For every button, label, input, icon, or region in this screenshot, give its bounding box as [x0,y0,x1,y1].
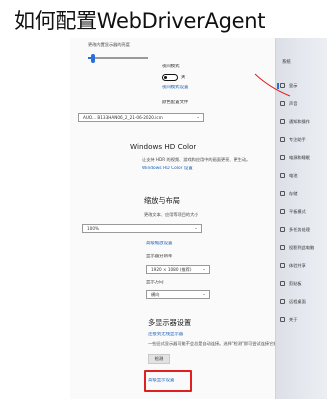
advanced-scaling-link[interactable]: 高级缩放设置 [146,241,172,247]
resolution-value: 1920 × 1080 (推荐) [151,267,192,272]
chevron-down-icon: ⌄ [202,292,206,297]
resolution-select[interactable]: 1920 × 1080 (推荐) ⌄ [146,265,210,274]
clipboard-icon [280,281,285,286]
speaker-icon [280,101,285,106]
monitor-icon [280,83,285,88]
sidebar-item-sound[interactable]: 声音 [280,100,326,108]
share-icon [280,263,285,268]
sidebar-item-projecting[interactable]: 投影到此电脑 [280,244,326,252]
moon-icon [280,137,285,142]
color-profile-value: AUO... B133HAN06_2_21-06-2020.icm [83,115,163,120]
battery-icon [280,173,285,178]
multi-display-title: 多显示器设置 [148,318,192,327]
night-light-label: 夜间模式 [162,64,180,69]
active-indicator [277,83,279,89]
scale-select[interactable]: 100% ⌄ [82,224,202,233]
sidebar-item-label: 体验共享 [289,263,306,268]
hdr-description: 让支持 HDR 的视频、游戏和应用中的画面更亮、更生动。 [142,157,251,162]
scale-label: 更改文本、应用等项目的大小 [144,212,199,217]
multi-display-description: 一些旧式显示器可能不会总是自动连接。选择"检测"即可尝试连接它们。 [148,341,275,346]
resolution-label: 显示器分辨率 [146,254,173,259]
detect-button[interactable]: 检测 [148,354,170,364]
chevron-down-icon: ⌄ [202,267,206,272]
scale-layout-title: 缩放与布局 [144,196,180,205]
sidebar-item-label: 多任务处理 [289,227,310,232]
night-light-settings-link[interactable]: 夜间模式设置 [162,85,188,91]
sidebar-item-battery[interactable]: 电池 [280,172,326,180]
sidebar-item-focus-assist[interactable]: 专注助手 [280,136,326,144]
hdr-settings-link[interactable]: Windows HD Color 设置 [142,166,193,172]
connect-wireless-display-link[interactable]: 连接到无线显示器 [148,332,183,338]
sidebar-item-label: 剪贴板 [289,281,302,286]
advanced-display-highlight-box [144,370,192,392]
night-light-state: 关 [181,74,186,80]
night-light-toggle[interactable] [162,74,178,81]
sidebar-item-label: 远程桌面 [289,299,306,304]
sidebar-item-label: 声音 [289,101,298,106]
sidebar-item-remote-desktop[interactable]: 远程桌面 [280,298,326,306]
notification-icon [280,119,285,124]
orientation-label: 显示方向 [146,280,164,285]
brightness-label: 更改内置显示器的亮度 [88,42,130,47]
sidebar-item-multitasking[interactable]: 多任务处理 [280,226,326,234]
sidebar-item-tablet-mode[interactable]: 平板模式 [280,208,326,216]
sidebar-item-clipboard[interactable]: 剪贴板 [280,280,326,288]
brightness-slider-thumb[interactable] [91,53,95,63]
sidebar-item-notifications[interactable]: 通知和操作 [280,118,326,126]
project-icon [280,245,285,250]
power-icon [280,155,285,160]
info-icon [280,317,285,322]
sidebar-item-label: 专注助手 [289,137,306,142]
sidebar-item-label: 通知和操作 [289,119,310,124]
color-profile-label: 颜色配置文件 [162,100,189,105]
sidebar-item-label: 关于 [289,317,298,322]
sidebar-item-shared-experiences[interactable]: 体验共享 [280,262,326,270]
orientation-value: 横向 [151,292,160,297]
tablet-icon [280,209,285,214]
sidebar-item-label: 电源和睡眠 [289,155,310,160]
brightness-slider[interactable] [88,57,148,59]
color-profile-select[interactable]: AUO... B133HAN06_2_21-06-2020.icm ⌄ [78,113,204,122]
sidebar-item-label: 投影到此电脑 [289,245,315,250]
storage-icon [280,191,285,196]
remote-icon [280,299,285,304]
hdr-title: Windows HD Color [130,142,197,151]
chevron-down-icon: ⌄ [196,115,200,120]
sidebar-item-label: 存储 [289,191,298,196]
toggle-knob [164,76,167,79]
multitask-icon [280,227,285,232]
settings-sidebar: 系统 显示 声音 通知和操作 专注助手 电源和睡眠 电池 存储 平板模式 多任务… [275,38,327,399]
display-settings-panel: 更改内置显示器的亮度 夜间模式 关 夜间模式设置 颜色配置文件 AUO... B… [70,38,275,399]
article-heading: 如何配置WebDriverAgent [14,9,266,33]
sidebar-item-display[interactable]: 显示 [277,82,326,90]
sidebar-item-label: 电池 [289,173,298,178]
scale-value: 100% [87,226,99,231]
settings-screenshot: 更改内置显示器的亮度 夜间模式 关 夜间模式设置 颜色配置文件 AUO... B… [70,38,327,399]
orientation-select[interactable]: 横向 ⌄ [146,290,210,299]
sidebar-item-label: 显示 [289,83,298,88]
sidebar-item-label: 平板模式 [289,209,306,214]
sidebar-item-storage[interactable]: 存储 [280,190,326,198]
sidebar-item-power-sleep[interactable]: 电源和睡眠 [280,154,326,162]
chevron-down-icon: ⌄ [194,226,198,231]
sidebar-item-about[interactable]: 关于 [280,316,326,324]
sidebar-home[interactable]: 系统 [282,60,291,66]
